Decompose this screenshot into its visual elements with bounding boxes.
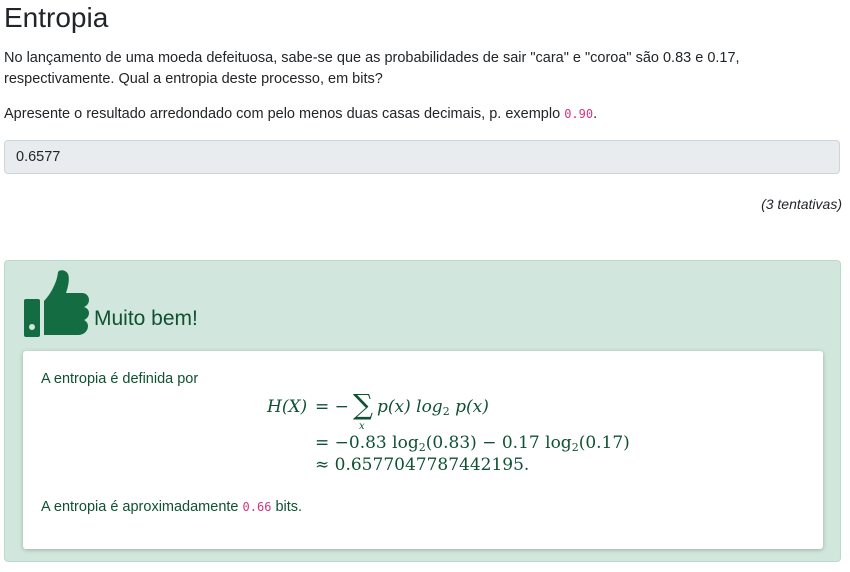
explanation-card: A entropia é definida por H(X) = − ∑ x p… (23, 351, 823, 549)
instruction-example-code: 0.90 (564, 107, 594, 121)
result-suffix: bits. (271, 499, 303, 515)
entropy-formula: H(X) = − ∑ x p(x) log2 p(x) = −0.83 log2… (23, 391, 823, 481)
instruction-suffix: . (593, 106, 598, 122)
instruction-text: Apresente o resultado arredondado com pe… (4, 104, 597, 125)
formula-line1-a: = − (315, 397, 349, 417)
result-value-code: 0.66 (242, 500, 272, 514)
answer-input[interactable]: 0.6577 (4, 140, 840, 174)
result-prefix: A entropia é aproximadamente (41, 499, 243, 515)
formula-line3: ≈ 0.6577047787442195. (315, 455, 530, 475)
formula-line2: = −0.83 log2(0.83) − 0.17 log2(0.17) (315, 433, 630, 454)
success-panel: Muito bem! A entropia é definida por H(X… (4, 260, 841, 562)
page-title: Entropia (4, 2, 109, 33)
sigma-index: x (359, 421, 365, 432)
thumbs-up-icon (24, 270, 89, 337)
instruction-prefix: Apresente o resultado arredondado com pe… (4, 106, 565, 122)
success-title: Muito bem! (94, 307, 198, 330)
question-text: No lançamento de uma moeda defeituosa, s… (4, 50, 740, 87)
definition-text: A entropia é definida por (41, 371, 199, 387)
formula-line1-b: p(x) log2 p(x) (377, 397, 489, 418)
attempts-label: (3 tentativas) (761, 196, 842, 212)
formula-lhs: H(X) (267, 397, 308, 417)
result-text: A entropia é aproximadamente 0.66 bits. (41, 497, 302, 517)
sigma-symbol: ∑ (353, 388, 373, 421)
